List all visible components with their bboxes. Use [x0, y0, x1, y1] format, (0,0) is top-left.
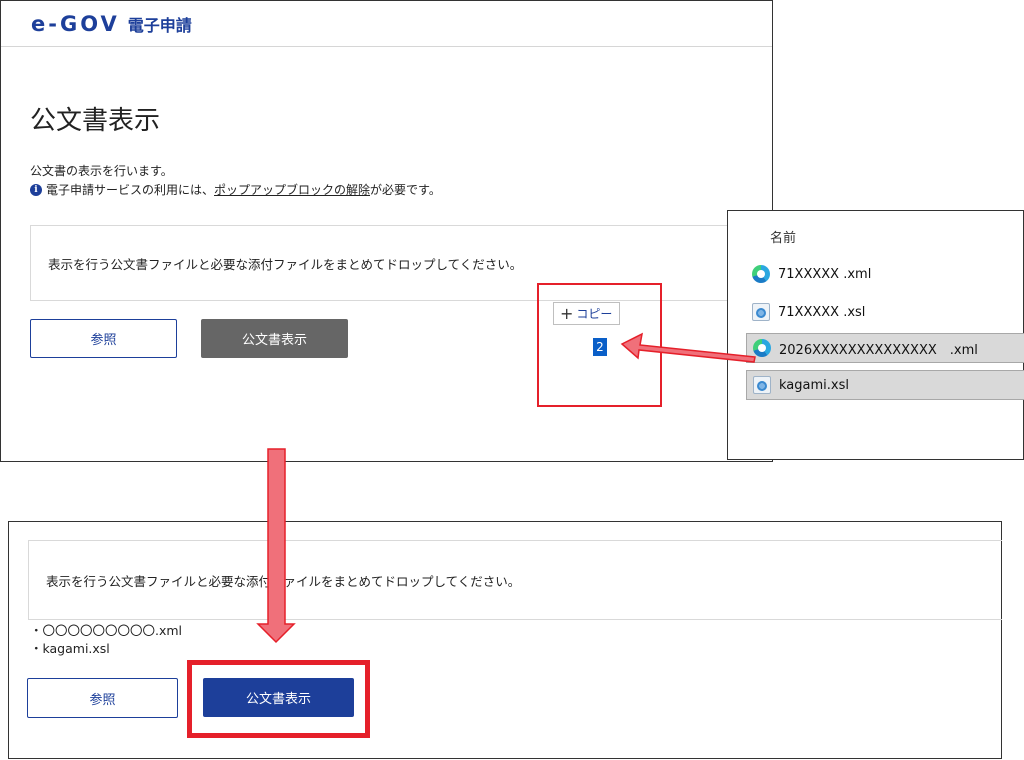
dropped-file-list: ・〇〇〇〇〇〇〇〇〇.xml ・kagami.xsl	[30, 622, 182, 658]
xsl-file-icon	[753, 376, 771, 394]
popup-unblock-link[interactable]: ポップアップブロックの解除	[214, 181, 370, 198]
file-item-selected[interactable]: 2026XXXXXXXXXXXXXX .xml	[746, 333, 1024, 363]
show-document-button-disabled[interactable]: 公文書表示	[201, 319, 348, 358]
file-item-selected[interactable]: kagami.xsl	[746, 370, 1024, 400]
browse-button[interactable]: 参照	[30, 319, 177, 358]
page-title: 公文書表示	[30, 106, 161, 136]
notice-prefix: 電子申請サービスの利用には、	[46, 183, 215, 197]
name-column-header[interactable]: 名前	[770, 227, 796, 246]
info-icon: i	[30, 183, 42, 196]
file-name: 71XXXXX .xsl	[778, 304, 866, 320]
copy-label: コピー	[576, 307, 613, 321]
file-name: 2026XXXXXXXXXXXXXX .xml	[779, 342, 978, 358]
file-name: kagami.xsl	[779, 377, 849, 393]
xml-file-icon	[753, 339, 771, 357]
browse-button[interactable]: 参照	[27, 678, 178, 718]
dropped-file-item: ・〇〇〇〇〇〇〇〇〇.xml	[30, 623, 183, 638]
dropzone-instruction: 表示を行う公文書ファイルと必要な添付ファイルをまとめてドロップしてください。	[48, 256, 523, 272]
file-item[interactable]: 71XXXXX .xsl	[746, 297, 1024, 327]
dropzone-instruction: 表示を行う公文書ファイルと必要な添付ファイルをまとめてドロップしてください。	[46, 573, 521, 589]
page-description: 公文書の表示を行います。	[30, 164, 173, 178]
drag-copy-tooltip: + コピー	[553, 302, 620, 325]
drag-file-count: 2	[593, 338, 607, 356]
file-explorer-panel: 名前 71XXXXX .xml 71XXXXX .xsl 2026XXXXXXX…	[727, 210, 1024, 460]
site-header: e-GOV 電子申請	[1, 1, 772, 47]
button-highlight-box	[187, 660, 370, 738]
dropped-file-item: ・kagami.xsl	[30, 641, 110, 656]
egov-logo[interactable]: e-GOV 電子申請	[31, 12, 192, 36]
file-name: 71XXXXX .xml	[778, 266, 872, 282]
popup-notice: i 電子申請サービスの利用には、 ポップアップブロックの解除 が必要です。	[30, 181, 441, 198]
xsl-file-icon	[752, 303, 770, 321]
plus-icon: +	[560, 304, 574, 323]
file-item[interactable]: 71XXXXX .xml	[746, 259, 1024, 289]
notice-suffix: が必要です。	[370, 183, 441, 197]
logo-text: e-GOV	[31, 11, 120, 36]
service-name: 電子申請	[127, 15, 192, 35]
file-dropzone-filled[interactable]: 表示を行う公文書ファイルと必要な添付ファイルをまとめてドロップしてください。	[28, 540, 1002, 620]
xml-file-icon	[752, 265, 770, 283]
